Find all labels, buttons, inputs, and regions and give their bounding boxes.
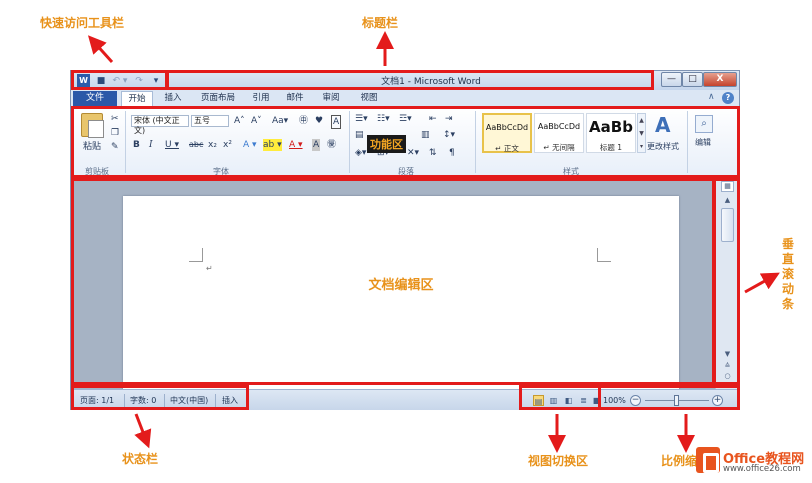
label-title-bar: 标题栏 xyxy=(362,16,399,30)
arrow-quick-access xyxy=(87,35,114,64)
label-status-bar: 状态栏 xyxy=(122,452,159,466)
office-logo-icon xyxy=(696,447,720,473)
label-view-switch: 视图切换区 xyxy=(528,454,589,468)
annotation-arrows xyxy=(87,31,780,453)
label-quick-access: 快速访问工具栏 xyxy=(40,16,125,30)
label-scrollbar: 垂直滚动条 xyxy=(781,237,794,311)
arrow-status-bar xyxy=(134,413,152,449)
label-zoom: 比例缩 xyxy=(661,454,698,468)
arrow-scrollbar xyxy=(744,272,780,294)
logo-url: www.office26.com xyxy=(723,464,801,474)
